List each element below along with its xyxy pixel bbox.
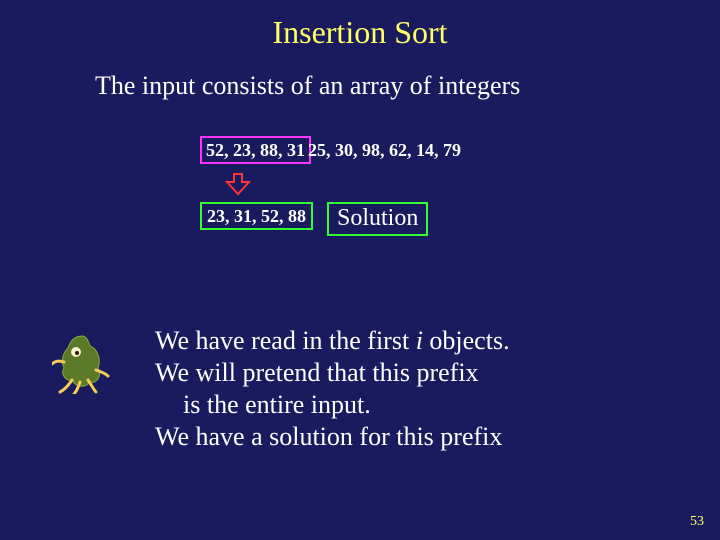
- body-line-2: We will pretend that this prefix: [155, 357, 510, 389]
- slide: Insertion Sort The input consists of an …: [0, 0, 720, 540]
- sorted-prefix-box: 23, 31, 52, 88: [200, 202, 313, 230]
- input-rest-text: 25, 30, 98, 62, 14, 79: [308, 136, 461, 163]
- input-array-row: 52, 23, 88, 31 25, 30, 98, 62, 14, 79: [200, 136, 461, 164]
- body-line-4: We have a solution for this prefix: [155, 421, 510, 453]
- solution-label-box: Solution: [327, 202, 428, 236]
- creature-icon: [52, 330, 112, 399]
- input-prefix-box: 52, 23, 88, 31: [200, 136, 311, 164]
- page-number: 53: [690, 514, 704, 530]
- sorted-prefix-row: 23, 31, 52, 88 Solution: [200, 202, 428, 236]
- slide-subtitle: The input consists of an array of intege…: [95, 71, 720, 101]
- body-line-1: We have read in the first i objects.: [155, 325, 510, 357]
- body-text: We have read in the first i objects. We …: [155, 325, 510, 453]
- body-line-3: is the entire input.: [183, 389, 510, 421]
- slide-title: Insertion Sort: [0, 0, 720, 51]
- down-arrow-icon: [225, 172, 251, 201]
